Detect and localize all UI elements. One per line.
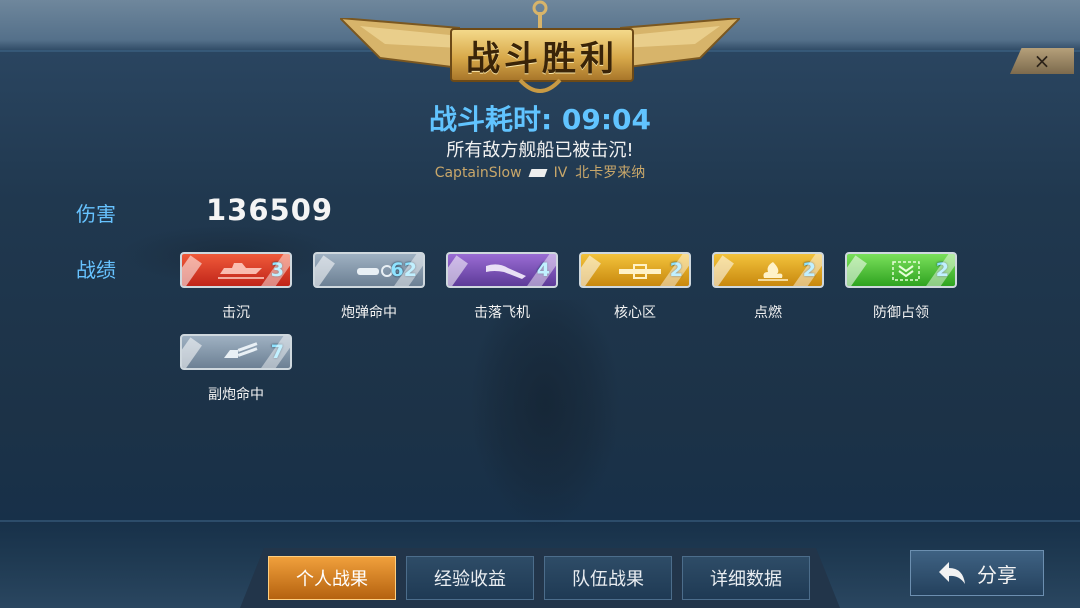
battle-result-text: 所有敌方舰船已被击沉! (446, 140, 634, 161)
share-label: 分享 (977, 562, 1017, 587)
player-name: CaptainSlow (434, 165, 522, 181)
banner-title: 战斗胜利 (450, 28, 634, 82)
medal-card: 62 (313, 252, 425, 288)
medal-label: 副炮命中 (208, 387, 264, 403)
medal-secondary-hit[interactable]: 7 副炮命中 (180, 334, 312, 420)
flag-icon (528, 169, 548, 177)
right-wing-icon (620, 18, 740, 70)
victory-banner: 战斗胜利 (340, 0, 740, 100)
medal-count: 2 (669, 259, 683, 281)
secondary-hit-icon (224, 342, 258, 358)
fire-icon (758, 262, 788, 281)
medal-label: 击落飞机 (474, 305, 530, 321)
medal-citadel[interactable]: 2 核心区 (579, 252, 711, 338)
ship-name: 北卡罗来纳 (575, 165, 646, 181)
battle-duration: 战斗耗时: 09:04 (428, 103, 652, 136)
medal-card: 2 (845, 252, 957, 288)
medal-plane-down[interactable]: 4 击落飞机 (446, 252, 578, 338)
tab-detailed-data[interactable]: 详细数据 (682, 556, 810, 600)
ship-sunk-icon (218, 263, 264, 279)
damage-value: 136509 (206, 193, 334, 227)
medal-card: 7 (180, 334, 292, 370)
tab-team-results[interactable]: 队伍战果 (544, 556, 672, 600)
medal-label: 核心区 (614, 305, 656, 321)
medal-label: 炮弹命中 (341, 305, 397, 321)
medal-shell-hit[interactable]: 62 炮弹命中 (313, 252, 445, 338)
medal-count: 7 (270, 341, 284, 363)
defend-base-icon (892, 261, 920, 281)
close-icon: × (1033, 49, 1051, 73)
medal-label: 点燃 (754, 305, 782, 321)
anchor-bottom-icon (518, 78, 562, 93)
medal-count: 4 (536, 259, 550, 281)
ship-tier: IV (553, 165, 568, 181)
medal-label: 击沉 (222, 305, 250, 321)
medal-fire[interactable]: 2 点燃 (712, 252, 844, 338)
medal-sunk[interactable]: 3 击沉 (180, 252, 312, 338)
record-label: 战绩 (76, 258, 116, 282)
player-info: CaptainSlow IV 北卡罗来纳 (0, 162, 1080, 182)
medal-label: 防御占领 (873, 305, 929, 321)
anchor-icon (532, 0, 548, 30)
damage-label: 伤害 (76, 202, 116, 226)
tab-experience[interactable]: 经验收益 (406, 556, 534, 600)
medal-count: 62 (390, 259, 417, 281)
medal-card: 2 (712, 252, 824, 288)
footer-divider (0, 520, 1080, 522)
citadel-icon (619, 264, 661, 279)
medal-count: 3 (270, 259, 284, 281)
medal-card: 3 (180, 252, 292, 288)
medal-defend-base[interactable]: 2 防御占领 (845, 252, 977, 338)
medal-card: 4 (446, 252, 558, 288)
medal-count: 2 (802, 259, 816, 281)
left-wing-icon (340, 18, 460, 70)
share-arrow-icon (939, 562, 965, 584)
share-button[interactable]: 分享 (910, 550, 1044, 596)
tab-personal-results[interactable]: 个人战果 (268, 556, 396, 600)
medal-card: 2 (579, 252, 691, 288)
plane-down-icon (486, 264, 526, 279)
medal-count: 2 (935, 259, 949, 281)
